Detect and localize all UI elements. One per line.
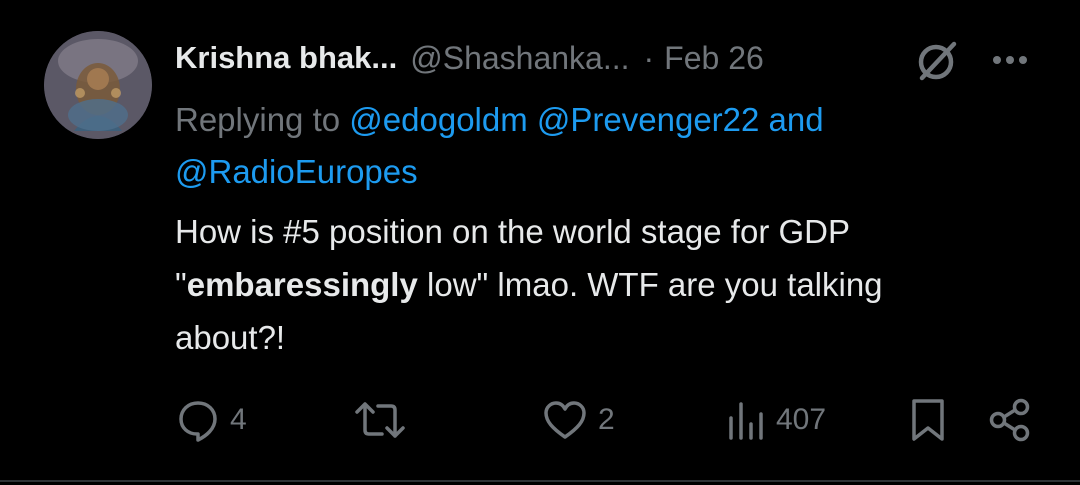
tweet-text: How is #5 position on the world stage fo…: [175, 205, 1045, 364]
tweet-text-line: low" lmao. WTF are you talking: [417, 266, 883, 303]
post-date[interactable]: Feb 26: [664, 40, 764, 77]
views-button[interactable]: 407: [726, 395, 826, 445]
tweet-text-bold: embaressingly: [186, 266, 418, 303]
replying-to-prefix: Replying to: [175, 101, 341, 138]
grok-icon[interactable]: [914, 38, 960, 84]
mention-link[interactable]: @Prevenger22: [537, 101, 759, 138]
reply-bubble-icon: [176, 398, 220, 442]
repost-icon: [354, 398, 406, 442]
like-button[interactable]: 2: [542, 395, 615, 445]
share-button[interactable]: [988, 395, 1032, 445]
heart-icon: [542, 398, 588, 442]
more-dots-icon[interactable]: [990, 50, 1032, 70]
tweet-text-line: How is #5 position on the world stage fo…: [175, 213, 851, 250]
mention-link[interactable]: @edogoldm: [349, 101, 527, 138]
author-handle[interactable]: @Shashanka...: [410, 40, 629, 77]
tweet[interactable]: Krishna bhak... @Shashanka... · Feb 26 R…: [0, 0, 1080, 485]
tweet-text-quote: ": [175, 266, 187, 303]
view-count: 407: [776, 403, 827, 436]
header-separator: ·: [643, 39, 655, 76]
replying-to-conjunction[interactable]: and: [769, 101, 824, 138]
mention-link[interactable]: @RadioEuropes: [175, 153, 418, 190]
reply-button[interactable]: 4: [176, 395, 247, 445]
views-chart-icon: [726, 398, 766, 442]
tweet-divider: [0, 480, 1080, 482]
like-count: 2: [598, 403, 615, 436]
author-display-name[interactable]: Krishna bhak...: [175, 40, 397, 76]
reply-count: 4: [230, 403, 247, 436]
avatar-image: [44, 31, 152, 139]
avatar[interactable]: [44, 31, 152, 139]
bookmark-button[interactable]: [910, 395, 946, 445]
tweet-header: Krishna bhak... @Shashanka... · Feb 26: [175, 36, 764, 80]
bookmark-icon: [910, 397, 946, 443]
share-icon: [988, 397, 1032, 443]
replying-to: Replying to @edogoldm @Prevenger22 and @…: [175, 94, 995, 198]
tweet-text-line: about?!: [175, 319, 286, 356]
repost-button[interactable]: [354, 395, 416, 445]
action-bar: 4 2 407: [0, 395, 1080, 445]
